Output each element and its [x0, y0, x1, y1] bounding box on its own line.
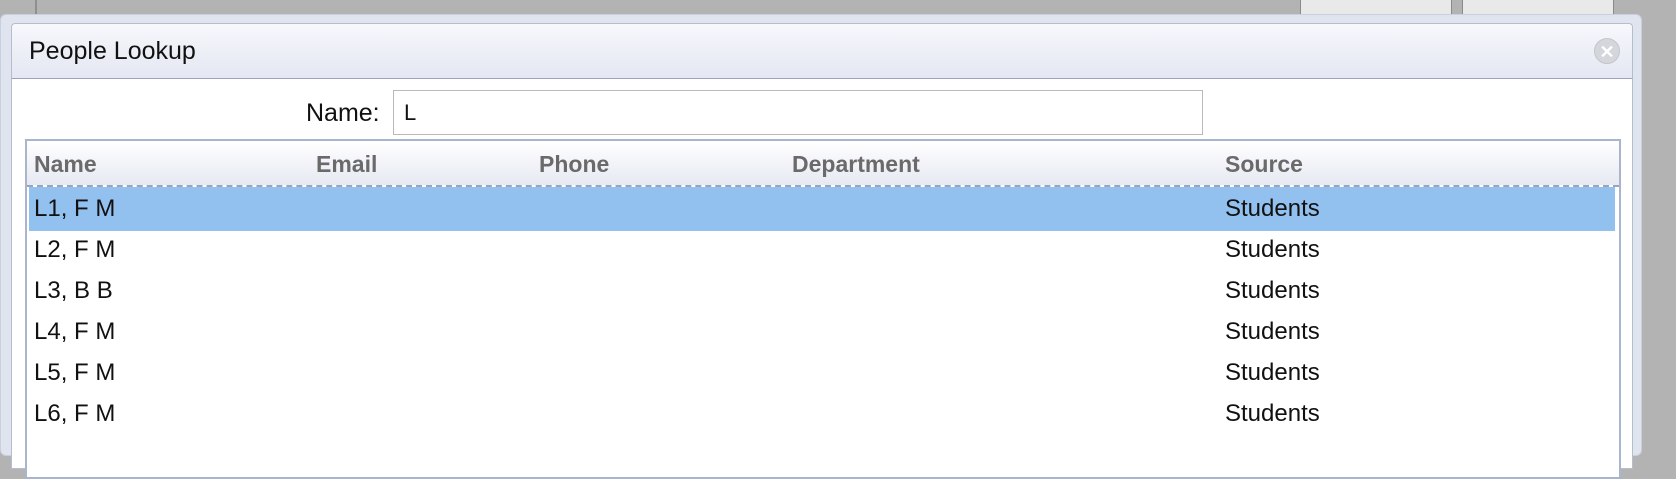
name-label: Name: — [306, 99, 380, 127]
table-row[interactable]: L3, B B Students — [29, 269, 1615, 313]
cell-source: Students — [1225, 236, 1320, 263]
table-row[interactable]: L2, F M Students — [29, 228, 1615, 272]
table-row[interactable]: L4, F M Students — [29, 310, 1615, 354]
dialog-content: Name: Name Email Phone Department Source… — [11, 79, 1633, 479]
close-icon[interactable]: ✕ — [1594, 38, 1620, 64]
name-search-input[interactable] — [393, 90, 1203, 135]
column-header-email[interactable]: Email — [316, 141, 377, 187]
cell-name: L5, F M — [34, 359, 116, 386]
cell-name: L4, F M — [34, 318, 116, 345]
dialog-title: People Lookup — [29, 37, 196, 65]
column-header-phone[interactable]: Phone — [539, 141, 609, 187]
people-lookup-dialog: People Lookup ✕ Name: Name Email Phone D… — [0, 14, 1642, 479]
cell-source: Students — [1225, 400, 1320, 427]
results-grid: Name Email Phone Department Source L1, F… — [25, 139, 1621, 479]
column-header-department[interactable]: Department — [792, 141, 920, 187]
cell-source: Students — [1225, 277, 1320, 304]
cell-source: Students — [1225, 359, 1320, 386]
cell-source: Students — [1225, 318, 1320, 345]
dialog-titlebar[interactable]: People Lookup ✕ — [11, 23, 1633, 79]
cell-name: L1, F M — [34, 195, 116, 222]
cell-source: Students — [1225, 195, 1320, 222]
cell-name: L3, B B — [34, 277, 113, 304]
cell-name: L6, F M — [34, 400, 116, 427]
column-header-source[interactable]: Source — [1225, 141, 1303, 187]
table-row[interactable]: L6, F M Students — [29, 392, 1615, 436]
cell-name: L2, F M — [34, 236, 116, 263]
column-header-name[interactable]: Name — [34, 141, 97, 187]
table-row[interactable]: L1, F M Students — [29, 187, 1615, 231]
grid-header: Name Email Phone Department Source — [27, 141, 1619, 187]
table-row[interactable]: L5, F M Students — [29, 351, 1615, 395]
